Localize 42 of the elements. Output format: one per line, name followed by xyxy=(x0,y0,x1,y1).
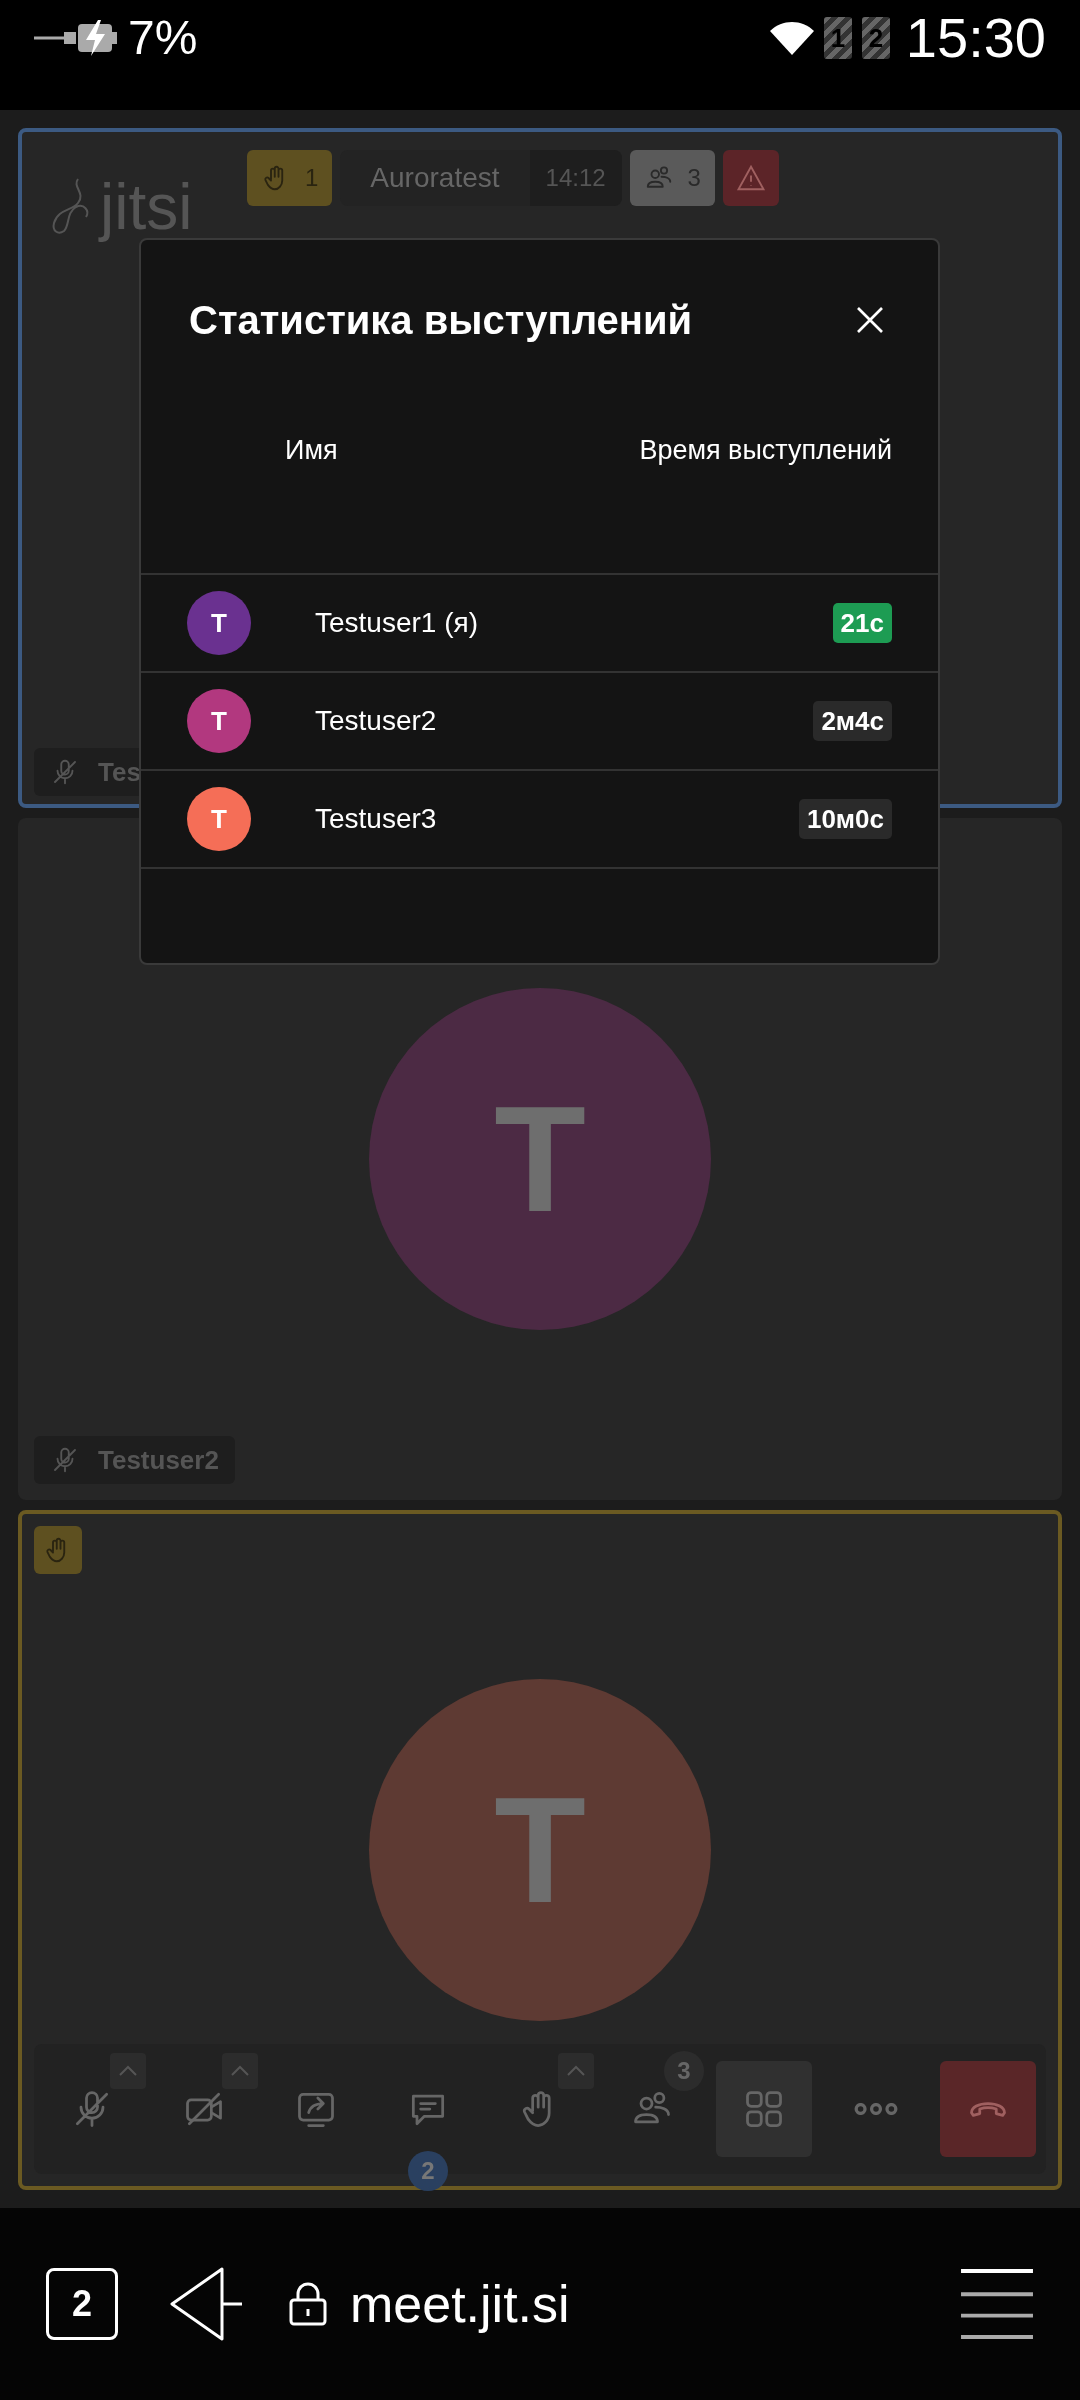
lock-icon xyxy=(288,2282,328,2326)
participant-name: Testuser3 xyxy=(315,802,438,836)
count-badge: 3 xyxy=(664,2051,704,2091)
avatar: T xyxy=(187,787,251,851)
sim-signal-icon: 1 xyxy=(823,17,852,59)
avatar: T xyxy=(187,591,251,655)
warning-icon xyxy=(735,163,766,193)
tabs-button[interactable]: 2 xyxy=(46,2268,118,2340)
avatar: T xyxy=(369,988,711,1330)
caret-icon xyxy=(118,2065,138,2077)
caret-icon xyxy=(566,2065,586,2077)
options-caret[interactable] xyxy=(110,2053,146,2089)
more-icon xyxy=(854,2103,898,2115)
column-header: Имя xyxy=(285,434,338,467)
options-caret[interactable] xyxy=(558,2053,594,2089)
clock: 15:30 xyxy=(905,8,1046,68)
options-caret[interactable] xyxy=(222,2053,258,2089)
dialog-title: Статистика выступлений xyxy=(189,297,693,344)
wifi-icon xyxy=(769,21,814,55)
participant-name: Testuser2 xyxy=(315,704,438,738)
address-bar[interactable]: meet.jit.si xyxy=(288,2265,570,2343)
caret-icon xyxy=(230,2065,250,2077)
tile-view-button[interactable] xyxy=(716,2061,812,2157)
back-icon xyxy=(170,2267,244,2341)
speaking-time: 10м0с xyxy=(798,799,892,839)
speaking-time: 2м4с xyxy=(813,701,892,741)
avatar: T xyxy=(187,689,251,753)
column-header: Время выступлений xyxy=(639,434,892,467)
meeting-title: Auroratest xyxy=(369,161,501,195)
back-button[interactable] xyxy=(170,2267,244,2341)
count-badge: 2 xyxy=(408,2151,448,2191)
participant-name: Testuser1 (я) xyxy=(315,606,479,640)
menu-button[interactable] xyxy=(960,2267,1034,2341)
menu-icon xyxy=(960,2269,1034,2339)
battery-charging-icon xyxy=(34,18,118,58)
hang-up-button[interactable] xyxy=(940,2061,1036,2157)
avatar: T xyxy=(369,1679,711,2021)
warning-button[interactable] xyxy=(722,150,779,206)
url-text: meet.jit.si xyxy=(350,2274,570,2335)
battery-percentage: 7% xyxy=(128,10,198,66)
speaking-time: 21с xyxy=(832,603,892,643)
sim-signal-icon: 2 xyxy=(861,17,890,59)
